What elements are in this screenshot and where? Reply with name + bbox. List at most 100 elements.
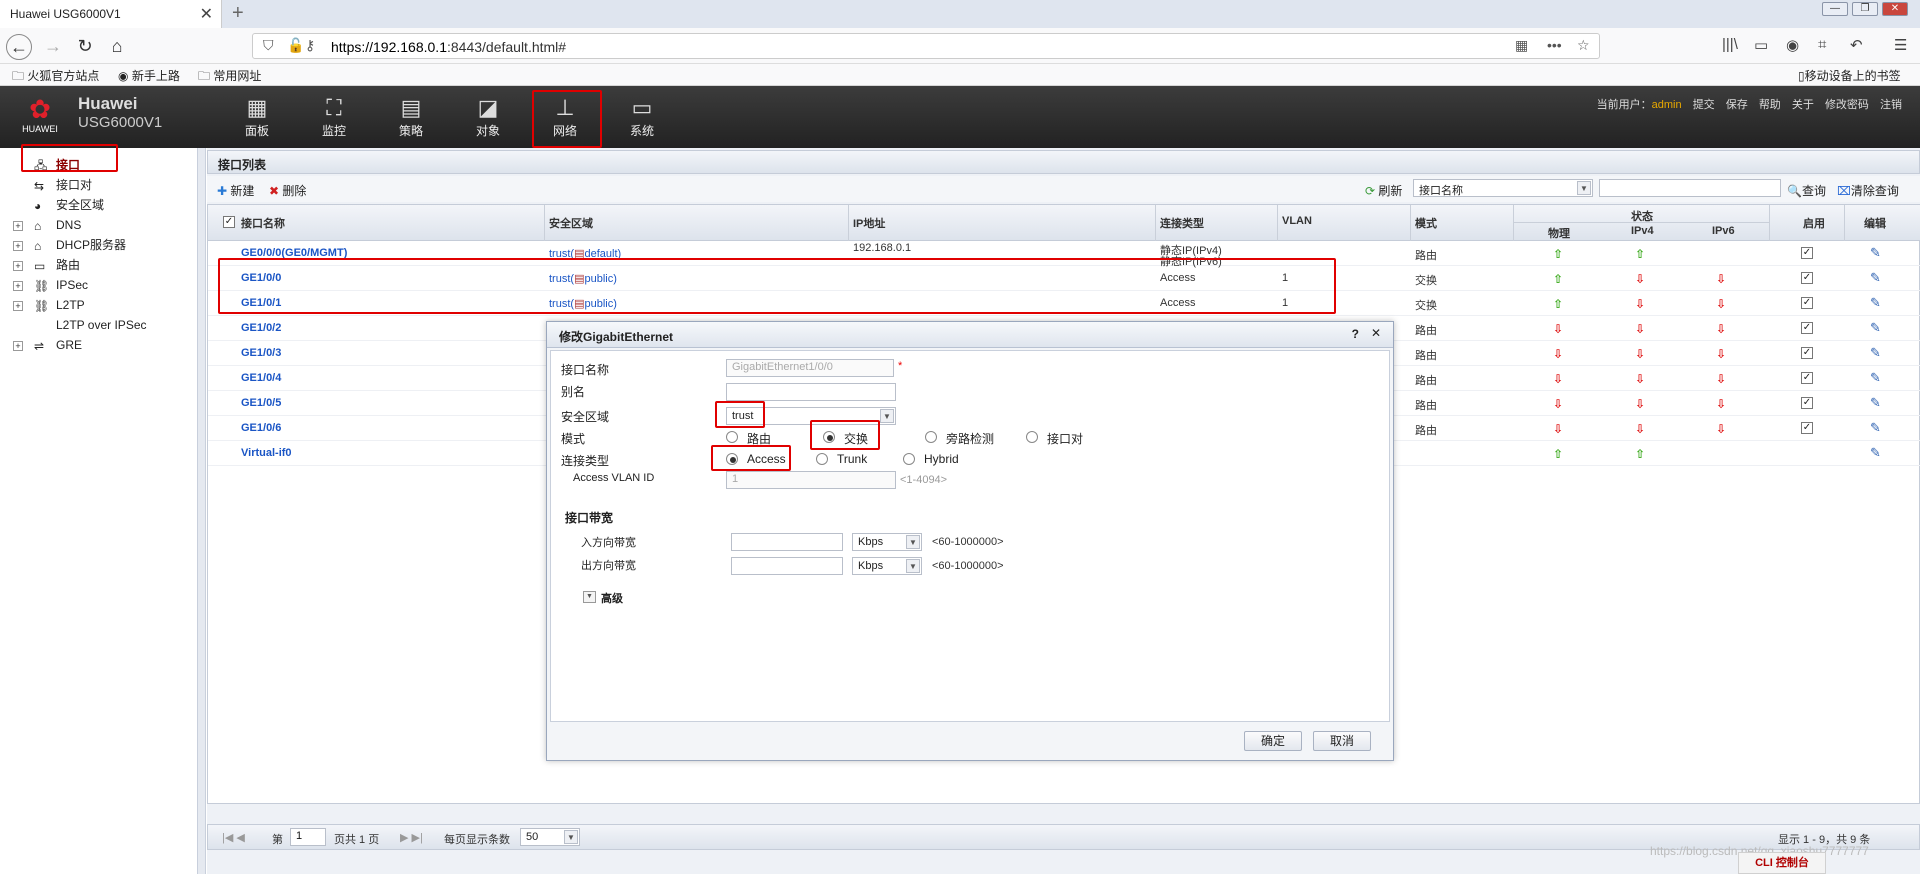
key-icon[interactable]: ⚷: [305, 37, 315, 54]
expand-icon[interactable]: +: [13, 301, 23, 311]
table-row[interactable]: GE1/0/0 trust(▤public) Access 1 交换 ⇧ ⇩ ⇩ ✓ ✎: [208, 266, 1920, 291]
edit-icon[interactable]: ✎: [1870, 345, 1881, 361]
bookmark-firefox[interactable]: ◉ 新手上路: [118, 67, 180, 84]
enable-checkbox[interactable]: ✓: [1801, 372, 1813, 384]
change-password-link[interactable]: 修改密码: [1825, 99, 1869, 111]
page-number-input[interactable]: 1: [290, 828, 326, 846]
refresh-button[interactable]: ⟳ 刷新: [1365, 182, 1402, 199]
col-zone[interactable]: 安全区域: [549, 215, 593, 231]
minimize-button[interactable]: —: [1822, 2, 1848, 16]
zone-cell[interactable]: trust(▤default): [549, 247, 621, 260]
sidebar-item-2[interactable]: ◕ 安全区域: [0, 196, 198, 216]
col-ip[interactable]: IP地址: [853, 215, 885, 231]
url-bar[interactable]: ⛉ 🔓 ⚷ https://192.168.0.1:8443/default.h…: [252, 33, 1600, 59]
enable-checkbox[interactable]: ✓: [1801, 347, 1813, 359]
enable-checkbox[interactable]: ✓: [1801, 397, 1813, 409]
expand-icon[interactable]: +: [13, 241, 23, 251]
conn-access-label[interactable]: Access: [747, 452, 786, 466]
module-network[interactable]: ⊥ 网络: [530, 86, 600, 148]
close-window-button[interactable]: ✕: [1882, 2, 1908, 16]
module-policy[interactable]: ▤ 策略: [376, 86, 446, 148]
first-page-icon[interactable]: |◀ ◀: [222, 831, 245, 844]
interface-name-link[interactable]: GE1/0/4: [241, 372, 281, 384]
new-button[interactable]: ✚ 新建: [217, 182, 254, 199]
about-link[interactable]: 关于: [1792, 99, 1814, 111]
edit-icon[interactable]: ✎: [1870, 270, 1881, 286]
expand-advanced-icon[interactable]: ▼: [583, 591, 596, 603]
expand-icon[interactable]: +: [13, 341, 23, 351]
conn-hybrid-label[interactable]: Hybrid: [924, 452, 959, 466]
menu-icon[interactable]: ☰: [1894, 36, 1907, 54]
conn-hybrid-radio[interactable]: [903, 453, 915, 465]
sidebar-item-7[interactable]: + ⛓ L2TP: [0, 296, 198, 316]
zone-select[interactable]: trust ▼: [726, 407, 896, 425]
clear-query-button[interactable]: ⌧清除查询: [1837, 182, 1899, 199]
per-page-select[interactable]: 50 ▼: [520, 828, 580, 846]
mode-switch-label[interactable]: 交换: [844, 430, 868, 447]
sidebar-item-6[interactable]: + ⛓ IPSec: [0, 276, 198, 296]
edit-icon[interactable]: ✎: [1870, 245, 1881, 261]
reload-icon[interactable]: ↻: [72, 34, 98, 60]
zone-cell[interactable]: trust(▤public): [549, 272, 617, 285]
query-button[interactable]: 🔍查询: [1787, 182, 1826, 199]
col-vlan[interactable]: VLAN: [1282, 215, 1312, 227]
qr-code-icon[interactable]: ▦: [1515, 37, 1528, 54]
star-icon[interactable]: ☆: [1577, 37, 1590, 54]
bookmark-folder-1[interactable]: 🗀 火狐官方站点: [12, 67, 99, 88]
back-icon[interactable]: ←: [6, 34, 32, 60]
edit-icon[interactable]: ✎: [1870, 370, 1881, 386]
lock-warning-icon[interactable]: 🔓: [287, 37, 304, 54]
save-link[interactable]: 保存: [1726, 99, 1748, 111]
conn-trunk-label[interactable]: Trunk: [837, 452, 867, 466]
forward-icon[interactable]: →: [40, 34, 66, 60]
sidebar-item-9[interactable]: + ⇌ GRE: [0, 336, 198, 356]
interface-name-link[interactable]: GE1/0/2: [241, 322, 281, 334]
edit-icon[interactable]: ✎: [1870, 395, 1881, 411]
zone-cell[interactable]: trust(▤public): [549, 297, 617, 310]
home-icon[interactable]: ⌂: [104, 34, 130, 60]
edit-icon[interactable]: ✎: [1870, 295, 1881, 311]
sidebar-item-8[interactable]: L2TP over IPSec: [0, 316, 198, 336]
help-link[interactable]: 帮助: [1759, 99, 1781, 111]
conn-trunk-radio[interactable]: [816, 453, 828, 465]
edit-icon[interactable]: ✎: [1870, 420, 1881, 436]
bookmark-folder-2[interactable]: 🗀 常用网址: [198, 67, 261, 88]
more-icon[interactable]: •••: [1547, 37, 1562, 53]
enable-checkbox[interactable]: ✓: [1801, 247, 1813, 259]
in-bandwidth-input[interactable]: [731, 533, 843, 551]
filter-field-select[interactable]: 接口名称 ▼: [1413, 179, 1593, 197]
restore-button[interactable]: ❐: [1852, 2, 1878, 16]
screenshot-icon[interactable]: ⌗: [1818, 36, 1826, 53]
next-page-icon[interactable]: ▶ ▶|: [400, 831, 423, 844]
interface-name-link[interactable]: GE0/0/0(GE0/MGMT): [241, 247, 347, 259]
library-icon[interactable]: |||\: [1722, 36, 1738, 53]
interface-name-link[interactable]: GE1/0/0: [241, 272, 281, 284]
sidebar-item-4[interactable]: + ⌂ DHCP服务器: [0, 236, 198, 256]
new-tab-button[interactable]: +: [232, 2, 244, 25]
url-text[interactable]: https://192.168.0.1:8443/default.html#: [331, 39, 566, 55]
interface-name-link[interactable]: Virtual-if0: [241, 447, 292, 459]
close-tab-icon[interactable]: ✕: [200, 4, 213, 24]
module-system[interactable]: ▭ 系统: [607, 86, 677, 148]
mode-switch-radio[interactable]: [823, 431, 835, 443]
module-dashboard[interactable]: ▦ 面板: [222, 86, 292, 148]
interface-name-link[interactable]: GE1/0/6: [241, 422, 281, 434]
mode-bypass-radio[interactable]: [925, 431, 937, 443]
mode-route-label[interactable]: 路由: [747, 430, 771, 447]
advanced-toggle[interactable]: 高级: [601, 590, 623, 606]
cancel-button[interactable]: 取消: [1313, 731, 1371, 751]
delete-button[interactable]: ✖ 删除: [269, 182, 306, 199]
interface-name-link[interactable]: GE1/0/3: [241, 347, 281, 359]
enable-checkbox[interactable]: ✓: [1801, 272, 1813, 284]
ok-button[interactable]: 确定: [1244, 731, 1302, 751]
edit-icon[interactable]: ✎: [1870, 445, 1881, 461]
table-row[interactable]: GE1/0/1 trust(▤public) Access 1 交换 ⇧ ⇩ ⇩ ✓ ✎: [208, 291, 1920, 316]
help-icon[interactable]: ?: [1352, 327, 1359, 341]
undo-icon[interactable]: ↶: [1850, 36, 1863, 54]
mode-route-radio[interactable]: [726, 431, 738, 443]
interface-name-input[interactable]: GigabitEthernet1/0/0: [726, 359, 894, 377]
mode-bypass-label[interactable]: 旁路检测: [946, 430, 994, 447]
mode-pair-label[interactable]: 接口对: [1047, 430, 1083, 447]
interface-name-link[interactable]: GE1/0/5: [241, 397, 281, 409]
conn-access-radio[interactable]: [726, 453, 738, 465]
